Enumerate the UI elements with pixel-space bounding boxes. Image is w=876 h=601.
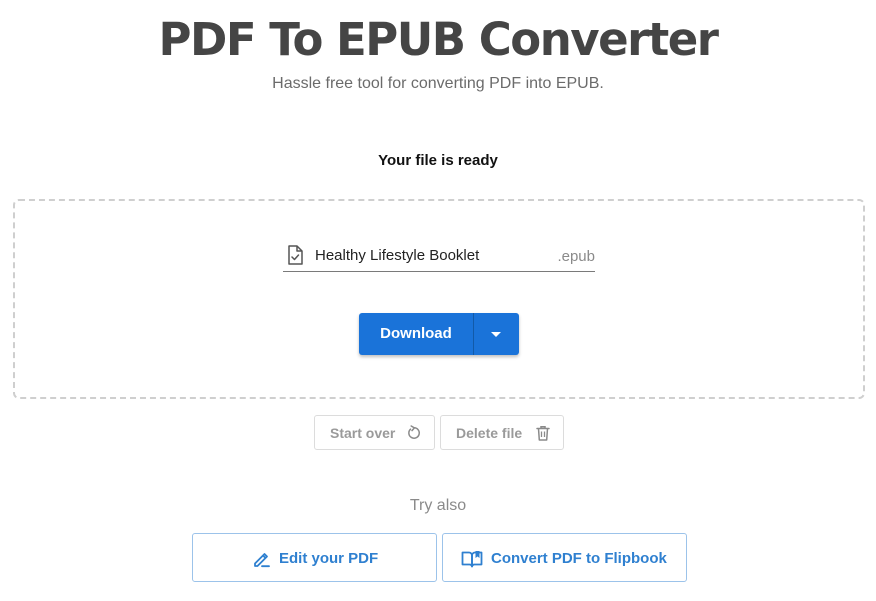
result-panel	[13, 199, 865, 399]
pencil-icon	[254, 553, 270, 568]
edit-pdf-label: Edit your PDF	[279, 550, 379, 567]
file-check-icon	[288, 245, 303, 265]
try-also-heading: Try also	[409, 497, 467, 514]
file-name-field[interactable]: Healthy Lifestyle Booklet .epub	[283, 243, 595, 272]
caret-down-icon	[491, 332, 501, 337]
file-extension: .epub	[557, 248, 595, 265]
download-options-button[interactable]	[474, 313, 519, 355]
download-button[interactable]: Download	[359, 313, 473, 355]
edit-pdf-button[interactable]: Edit your PDF	[192, 533, 437, 582]
start-over-label: Start over	[330, 425, 396, 441]
delete-file-label: Delete file	[456, 425, 523, 441]
trash-icon	[536, 426, 550, 441]
delete-file-button[interactable]: Delete file	[440, 415, 564, 450]
convert-flipbook-label: Convert PDF to Flipbook	[491, 550, 667, 567]
refresh-icon	[408, 425, 420, 439]
file-name[interactable]: Healthy Lifestyle Booklet	[315, 247, 479, 265]
download-button-group: Download	[359, 313, 519, 355]
convert-flipbook-button[interactable]: Convert PDF to Flipbook	[442, 533, 687, 582]
status-heading: Your file is ready	[378, 152, 498, 169]
book-icon	[461, 551, 483, 568]
start-over-button[interactable]: Start over	[314, 415, 435, 450]
page-title: PDF To EPUB Converter	[158, 13, 719, 66]
page-subtitle: Hassle free tool for converting PDF into…	[272, 75, 604, 92]
